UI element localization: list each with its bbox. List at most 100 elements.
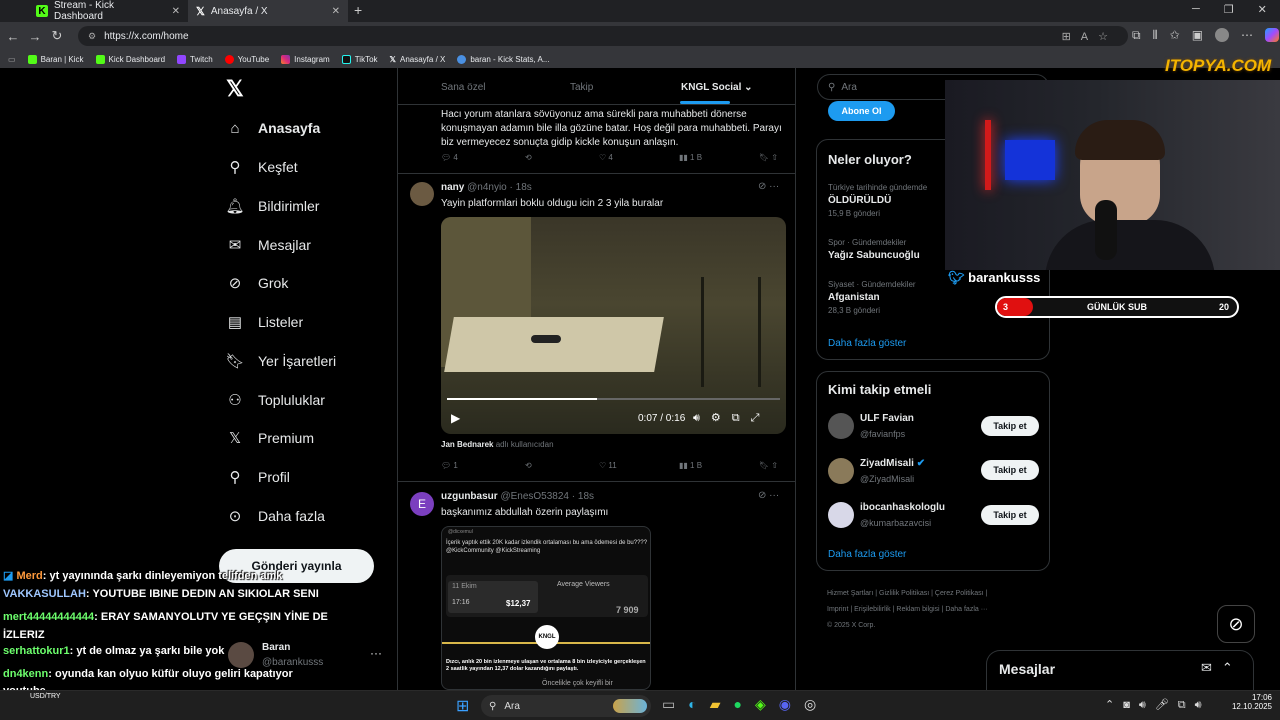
nav-grok[interactable]: ⊘ Grok bbox=[226, 270, 289, 296]
repost-button[interactable]: ⟲ bbox=[525, 461, 599, 470]
share-icons[interactable]: 🔖︎ ⇧ bbox=[759, 461, 778, 470]
avatar[interactable] bbox=[828, 458, 854, 484]
taskbar-apps: ▭ ◐ ▰ ● ◈ ◉ ◎ bbox=[662, 696, 816, 713]
views-button[interactable]: ▮▮ 1 B bbox=[679, 461, 759, 470]
kick-app-icon[interactable]: ◈ bbox=[755, 696, 766, 713]
nav-premium[interactable]: 𝕏 Premium bbox=[226, 425, 314, 451]
feed: Sana özel Takip KNGL Social ⌄ Hacı yorum… bbox=[397, 68, 796, 690]
avatar[interactable]: E bbox=[410, 492, 434, 516]
video-player[interactable]: ▶ 0:07 / 0:16 🔊︎⚙⧉⤢ bbox=[441, 217, 786, 434]
extensions-icon[interactable]: ⧉ bbox=[1132, 28, 1141, 43]
clock[interactable]: 17:06 12.10.2025 bbox=[1228, 693, 1272, 711]
video-progress-track[interactable] bbox=[447, 398, 780, 400]
site-info-icon[interactable]: ⚙ bbox=[88, 31, 96, 42]
follow-button[interactable]: Takip et bbox=[981, 460, 1039, 480]
account-more-icon[interactable]: ··· bbox=[370, 646, 382, 660]
divider bbox=[398, 104, 795, 105]
tab-kick-dashboard[interactable]: K Stream - Kick Dashboard ✕ bbox=[28, 0, 188, 22]
favorites-icon[interactable]: ✩ bbox=[1170, 28, 1180, 43]
obs-icon[interactable]: ◎ bbox=[804, 696, 816, 713]
minimize-icon[interactable]: ─ bbox=[1192, 3, 1200, 16]
bookmark-youtube[interactable]: YouTube bbox=[224, 54, 269, 64]
profile-avatar[interactable] bbox=[1215, 28, 1230, 42]
red-light bbox=[985, 120, 991, 190]
share-icons[interactable]: 🔖︎ ⇧ bbox=[759, 153, 778, 162]
follow-button[interactable]: Takip et bbox=[981, 416, 1039, 436]
nav-profile[interactable]: ⚲ Profil bbox=[226, 464, 290, 490]
reload-icon[interactable]: ↻ bbox=[46, 28, 68, 44]
close-icon[interactable]: ✕ bbox=[172, 6, 180, 17]
collections-icon[interactable]: ▣ bbox=[1192, 28, 1203, 43]
nav-lists[interactable]: ▤ Listeler bbox=[226, 309, 303, 335]
views-button[interactable]: ▮▮ 1 B bbox=[679, 153, 759, 162]
bookmark-kick-dashboard[interactable]: Kick Dashboard bbox=[95, 54, 165, 64]
edge-icon[interactable]: ◐ bbox=[688, 696, 696, 713]
who-name[interactable]: ZiyadMisali ✔ bbox=[860, 458, 925, 469]
forward-icon[interactable]: → bbox=[24, 29, 46, 44]
messages-drawer[interactable]: Mesajlar ✉⌃ bbox=[986, 650, 1254, 690]
show-more-link[interactable]: Daha fazla göster bbox=[828, 338, 906, 349]
trend-item[interactable]: Spor · Gündemdekiler Yağız Sabuncuoğlu bbox=[828, 238, 920, 261]
close-window-icon[interactable]: ✕ bbox=[1258, 3, 1267, 16]
bookmarks-menu-icon[interactable]: ▭ bbox=[8, 55, 16, 64]
ticker-label[interactable]: USD/TRY bbox=[30, 693, 61, 700]
system-tray-icons[interactable]: ⌃◙🔊︎🎤︎⧉🔊︎ bbox=[1105, 698, 1211, 712]
grok-icon[interactable]: ⊘ bbox=[1217, 605, 1255, 643]
nav-communities[interactable]: ⚇ Topluluklar bbox=[226, 387, 325, 413]
tab-following[interactable]: Takip bbox=[570, 82, 593, 93]
bookmark-tiktok[interactable]: TikTok bbox=[341, 54, 378, 64]
tweet-more-icon[interactable]: ⊘ ··· bbox=[758, 490, 779, 501]
reply-button[interactable]: 💬︎ 4 bbox=[441, 153, 525, 162]
subscribe-button[interactable]: Abone Ol bbox=[828, 101, 895, 121]
tab-kngl-social[interactable]: KNGL Social ⌄ bbox=[681, 82, 753, 93]
tab-x-home[interactable]: 𝕏 Anasayfa / X ✕ bbox=[188, 0, 348, 22]
avatar[interactable] bbox=[828, 502, 854, 528]
avatar[interactable] bbox=[828, 413, 854, 439]
url-field[interactable]: ⚙ https://x.com/home ⊞A☆ bbox=[78, 26, 1128, 46]
split-icon[interactable]: ⫴ bbox=[1153, 28, 1158, 43]
nav-messages[interactable]: ✉ Mesajlar bbox=[226, 232, 311, 258]
play-icon[interactable]: ▶ bbox=[451, 411, 460, 425]
sub-goal-bar: 3 GÜNLÜK SUB 20 bbox=[995, 296, 1239, 318]
url-actions-icon[interactable]: ⊞A☆ bbox=[1062, 30, 1118, 43]
like-button[interactable]: ♡ 11 bbox=[599, 461, 679, 470]
windows-start-icon[interactable]: ⊞ bbox=[456, 696, 469, 716]
avatar[interactable] bbox=[410, 182, 434, 206]
more-icon[interactable]: ⋯ bbox=[1241, 28, 1253, 43]
nav-notifications[interactable]: 🔔︎ Bildirimler bbox=[225, 193, 319, 219]
nav-bookmarks[interactable]: 🔖︎ Yer İşaretleri bbox=[225, 348, 336, 374]
follow-button[interactable]: Takip et bbox=[981, 505, 1039, 525]
bookmark-kick-stats[interactable]: baran - Kick Stats, A... bbox=[457, 54, 550, 64]
bookmark-instagram[interactable]: Instagram bbox=[281, 54, 330, 64]
back-icon[interactable]: ← bbox=[2, 29, 24, 44]
trend-item[interactable]: Türkiye tarihinde gündemde ÖLDÜRÜLDÜ 15,… bbox=[828, 183, 927, 218]
trend-item[interactable]: Siyaset · Gündemdekiler Afganistan 28,3 … bbox=[828, 280, 916, 315]
tweet-more-icon[interactable]: ⊘ ··· bbox=[758, 181, 779, 192]
taskbar-search[interactable]: ⚲ Ara bbox=[481, 695, 651, 717]
nav-explore[interactable]: ⚲ Keşfet bbox=[226, 154, 298, 180]
copilot-icon[interactable] bbox=[1265, 28, 1280, 42]
x-logo-icon[interactable]: 𝕏 bbox=[226, 76, 244, 102]
bookmark-baran-kick[interactable]: Baran | Kick bbox=[27, 54, 84, 64]
maximize-icon[interactable]: ❐ bbox=[1224, 3, 1234, 16]
discord-icon[interactable]: ◉ bbox=[779, 696, 791, 713]
bookmark-twitch[interactable]: Twitch bbox=[177, 54, 213, 64]
nav-more[interactable]: ⊙ Daha fazla bbox=[226, 503, 325, 529]
reply-button[interactable]: 💬︎ 1 bbox=[441, 461, 525, 470]
tab-for-you[interactable]: Sana özel bbox=[441, 82, 485, 93]
bookmark-x-home[interactable]: 𝕏 Anasayfa / X bbox=[390, 55, 446, 64]
like-button[interactable]: ♡ 4 bbox=[599, 153, 679, 162]
video-object bbox=[531, 335, 561, 343]
show-more-link[interactable]: Daha fazla göster bbox=[828, 549, 906, 560]
tweet-image[interactable]: @dicxemul İçerik yaptık ettik 20K kadar … bbox=[441, 526, 651, 690]
task-view-icon[interactable]: ▭ bbox=[662, 696, 675, 713]
repost-button[interactable]: ⟲ bbox=[525, 153, 599, 162]
video-controls-icons[interactable]: 🔊︎⚙⧉⤢ bbox=[693, 411, 770, 425]
close-icon[interactable]: ✕ bbox=[332, 6, 340, 17]
spotify-icon[interactable]: ● bbox=[733, 696, 741, 713]
messages-actions-icon[interactable]: ✉⌃ bbox=[1201, 660, 1243, 676]
new-tab-button[interactable]: + bbox=[354, 2, 362, 18]
explorer-icon[interactable]: ▰ bbox=[710, 696, 721, 713]
nav-home[interactable]: ⌂ Anasayfa bbox=[226, 115, 320, 141]
tab-label: Anasayfa / X bbox=[210, 5, 268, 17]
